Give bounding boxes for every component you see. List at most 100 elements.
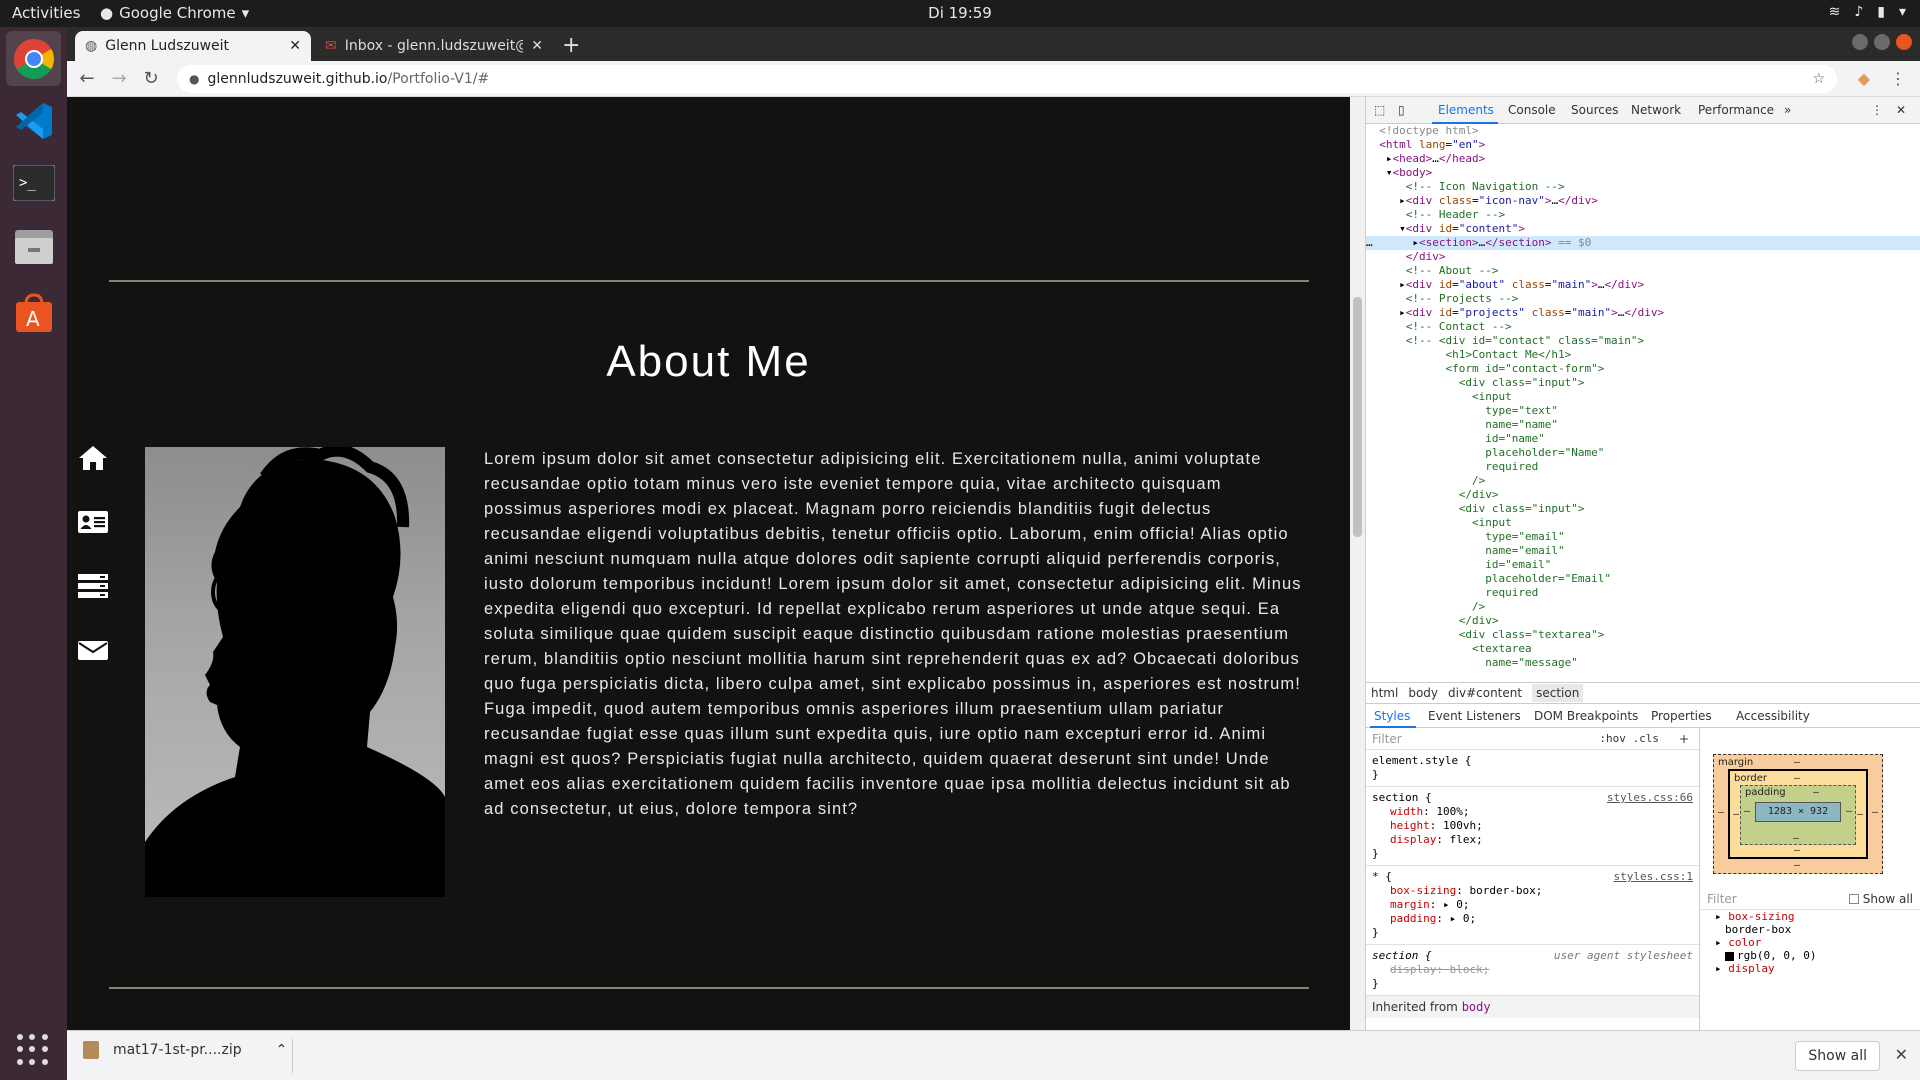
dom-line[interactable]: name="name": [1366, 418, 1920, 432]
dom-line[interactable]: required: [1366, 460, 1920, 474]
computed-row[interactable]: ▸ display: [1701, 962, 1920, 975]
breadcrumb-body[interactable]: body: [1408, 686, 1438, 700]
dom-line[interactable]: ▸<head>…</head>: [1366, 152, 1920, 166]
rule-source-link[interactable]: styles.css:66: [1607, 791, 1693, 805]
css-rule-user-agent[interactable]: user agent stylesheet section { display:…: [1366, 945, 1699, 996]
dom-line-selected[interactable]: … ▸<section>…</section> == $0: [1366, 236, 1920, 250]
hov-cls-toggle[interactable]: :hov .cls: [1599, 732, 1659, 746]
show-all-checkbox[interactable]: Show all: [1848, 892, 1913, 906]
dom-line[interactable]: <div class="input">: [1366, 502, 1920, 516]
dock-software-center-icon[interactable]: A: [6, 285, 61, 340]
dom-line[interactable]: name="message": [1366, 656, 1920, 670]
css-property[interactable]: display: flex;: [1372, 833, 1693, 847]
color-swatch[interactable]: [1725, 951, 1734, 961]
tab-sources[interactable]: Sources: [1571, 103, 1618, 117]
dom-line[interactable]: <!-- About -->: [1366, 264, 1920, 278]
dom-line[interactable]: name="email": [1366, 544, 1920, 558]
bookmark-star-icon[interactable]: ☆: [1812, 71, 1825, 87]
page-scrollbar[interactable]: [1350, 97, 1365, 1030]
css-rule-section[interactable]: styles.css:66 section { width: 100%; hei…: [1366, 787, 1699, 866]
dom-line[interactable]: ▾<body>: [1366, 166, 1920, 180]
app-menu[interactable]: ● Google Chrome ▾: [100, 4, 249, 22]
inspect-element-icon[interactable]: ⬚: [1374, 103, 1385, 117]
minimize-button[interactable]: [1852, 34, 1868, 50]
new-tab-button[interactable]: +: [562, 33, 580, 58]
tab-console[interactable]: Console: [1508, 103, 1556, 117]
battery-icon[interactable]: ▮: [1877, 4, 1885, 20]
dock-vscode-icon[interactable]: [6, 93, 61, 148]
dom-line[interactable]: ▾<div id="content">: [1366, 222, 1920, 236]
css-property[interactable]: box-sizing: border-box;: [1372, 884, 1693, 898]
css-property-overridden[interactable]: display: block;: [1372, 963, 1693, 977]
dom-line[interactable]: />: [1366, 600, 1920, 614]
dom-line[interactable]: <form id="contact-form">: [1366, 362, 1920, 376]
extension-icon[interactable]: ◆: [1858, 69, 1870, 88]
box-model-padding[interactable]: padding – – – – 1283 × 932: [1740, 785, 1856, 845]
box-model-border[interactable]: border – – – – padding – – – – 1283 × 93…: [1728, 769, 1868, 859]
dom-line[interactable]: placeholder="Name": [1366, 446, 1920, 460]
dom-line[interactable]: </div>: [1366, 488, 1920, 502]
computed-row[interactable]: ▸ color: [1701, 936, 1920, 949]
computed-filter-input[interactable]: Filter Show all: [1701, 888, 1920, 910]
reload-icon[interactable]: ↻: [139, 67, 163, 91]
tab-properties[interactable]: Properties: [1651, 709, 1712, 723]
devtools-menu-icon[interactable]: ⋮: [1871, 103, 1883, 117]
system-tray[interactable]: ≋ ♪ ▮ ▾: [1829, 4, 1906, 20]
dom-line[interactable]: ▸<div class="icon-nav">…</div>: [1366, 194, 1920, 208]
dom-line[interactable]: <div class="input">: [1366, 376, 1920, 390]
dom-line[interactable]: ▸<div id="projects" class="main">…</div>: [1366, 306, 1920, 320]
dom-line[interactable]: <!-- Contact -->: [1366, 320, 1920, 334]
forward-icon[interactable]: →: [107, 67, 131, 91]
dock-terminal-icon[interactable]: >_: [6, 155, 61, 210]
download-item[interactable]: mat17-1st-pr....zip ⌃: [83, 1041, 287, 1059]
computed-row[interactable]: ▸ box-sizing: [1701, 910, 1920, 923]
dom-tree[interactable]: <!doctype html> <html lang="en"> ▸<head>…: [1366, 124, 1920, 679]
dom-line[interactable]: type="text": [1366, 404, 1920, 418]
dom-line[interactable]: />: [1366, 474, 1920, 488]
dom-line[interactable]: <html lang="en">: [1366, 138, 1920, 152]
tab-elements[interactable]: Elements: [1438, 103, 1494, 117]
checkbox-icon[interactable]: [1848, 893, 1859, 904]
css-rule-universal[interactable]: styles.css:1 * { box-sizing: border-box;…: [1366, 866, 1699, 945]
dom-line[interactable]: id="email": [1366, 558, 1920, 572]
chevron-up-icon[interactable]: ⌃: [276, 1042, 288, 1058]
menu-kebab-icon[interactable]: ⋮: [1890, 69, 1906, 88]
dom-line[interactable]: <!-- Header -->: [1366, 208, 1920, 222]
dom-line[interactable]: <div class="textarea">: [1366, 628, 1920, 642]
tab-styles[interactable]: Styles: [1374, 709, 1410, 723]
close-window-button[interactable]: [1896, 34, 1912, 50]
dom-line[interactable]: <h1>Contact Me</h1>: [1366, 348, 1920, 362]
css-property[interactable]: width: 100%;: [1372, 805, 1693, 819]
contact-card-icon[interactable]: [77, 506, 109, 538]
dom-line[interactable]: </div>: [1366, 250, 1920, 264]
new-rule-icon[interactable]: +: [1679, 732, 1689, 746]
wifi-icon[interactable]: ≋: [1829, 4, 1841, 20]
css-property[interactable]: padding: ▸ 0;: [1372, 912, 1693, 926]
more-tabs-icon[interactable]: »: [1784, 103, 1791, 117]
box-model-content[interactable]: 1283 × 932: [1755, 802, 1841, 822]
home-icon[interactable]: [77, 442, 109, 474]
show-all-downloads-button[interactable]: Show all: [1795, 1041, 1880, 1071]
tab-network[interactable]: Network: [1631, 103, 1681, 117]
dock-files-icon[interactable]: [6, 219, 61, 274]
dom-line[interactable]: <textarea: [1366, 642, 1920, 656]
dom-line[interactable]: <input: [1366, 516, 1920, 530]
close-download-bar-icon[interactable]: ✕: [1895, 1045, 1908, 1064]
close-devtools-icon[interactable]: ✕: [1896, 103, 1906, 117]
dom-line[interactable]: </div>: [1366, 614, 1920, 628]
dom-line[interactable]: <!doctype html>: [1366, 124, 1920, 138]
address-bar[interactable]: ● glennludszuweit.github.io/Portfolio-V1…: [177, 65, 1837, 93]
breadcrumb-div-content[interactable]: div#content: [1448, 686, 1522, 700]
breadcrumb-html[interactable]: html: [1371, 686, 1398, 700]
dock-chrome-icon[interactable]: [6, 31, 61, 86]
dom-line[interactable]: <!-- Projects -->: [1366, 292, 1920, 306]
back-icon[interactable]: ←: [75, 67, 99, 91]
tab-portfolio[interactable]: ◍ Glenn Ludszuweit ✕: [75, 31, 311, 61]
clock[interactable]: Di 19:59: [928, 4, 992, 22]
close-icon[interactable]: ✕: [289, 38, 301, 54]
dom-line[interactable]: type="email": [1366, 530, 1920, 544]
projects-icon[interactable]: [77, 570, 109, 602]
dom-line[interactable]: <!-- Icon Navigation -->: [1366, 180, 1920, 194]
dom-line[interactable]: id="name": [1366, 432, 1920, 446]
power-menu-icon[interactable]: ▾: [1899, 4, 1906, 20]
